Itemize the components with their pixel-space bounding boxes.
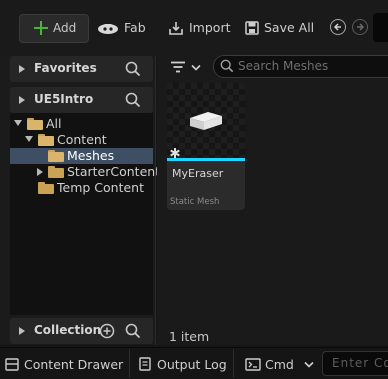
folder-open-icon bbox=[48, 150, 64, 162]
save-all-button-label: Save All bbox=[264, 20, 315, 35]
forward-icon[interactable] bbox=[352, 19, 368, 35]
output-log-icon bbox=[139, 357, 151, 371]
cmd-dropdown[interactable]: Cmd bbox=[245, 357, 314, 372]
tree-item-label: Meshes bbox=[67, 148, 115, 163]
path-bar-edge bbox=[373, 13, 388, 42]
status-divider bbox=[233, 349, 234, 378]
project-header[interactable]: UE5Intro bbox=[10, 87, 153, 113]
favorites-header[interactable]: Favorites bbox=[10, 56, 153, 82]
search-icon bbox=[220, 59, 234, 73]
content-drawer-button[interactable]: Content Drawer bbox=[5, 357, 123, 372]
search-input[interactable]: Search Meshes bbox=[213, 55, 388, 78]
fab-button[interactable]: Fab bbox=[97, 14, 146, 41]
search-icon[interactable] bbox=[125, 92, 141, 108]
console-placeholder: Enter Co bbox=[332, 356, 388, 370]
project-label: UE5Intro bbox=[34, 92, 94, 106]
asset-type: Static Mesh bbox=[170, 197, 220, 207]
expand-arrow-icon bbox=[19, 327, 25, 335]
chevron-down-icon bbox=[191, 64, 201, 71]
folder-icon bbox=[38, 182, 54, 194]
import-icon bbox=[169, 21, 183, 35]
add-button[interactable]: Add bbox=[19, 14, 89, 43]
import-button[interactable]: Import bbox=[168, 14, 231, 41]
collapse-arrow-icon[interactable] bbox=[14, 120, 22, 126]
tree-item-temp-content[interactable]: Temp Content bbox=[10, 180, 153, 196]
content-drawer-icon bbox=[5, 358, 19, 371]
folder-open-icon bbox=[38, 134, 54, 146]
filter-button[interactable] bbox=[165, 57, 205, 77]
back-icon[interactable] bbox=[330, 19, 346, 35]
output-log-label: Output Log bbox=[157, 357, 227, 372]
asset-tile[interactable]: MyEraser Static Mesh bbox=[167, 83, 245, 210]
folder-open-icon bbox=[27, 118, 43, 130]
console-input[interactable]: Enter Co bbox=[322, 351, 388, 376]
sources-panel: Favorites UE5Intro All Content Meshes St… bbox=[0, 56, 160, 345]
save-icon bbox=[245, 20, 259, 35]
fab-button-label: Fab bbox=[124, 20, 146, 35]
save-all-button[interactable]: Save All bbox=[245, 14, 314, 41]
modified-star-icon bbox=[170, 148, 180, 158]
item-count: 1 item bbox=[169, 329, 210, 344]
expand-arrow-icon[interactable] bbox=[37, 168, 43, 176]
search-icon[interactable] bbox=[125, 61, 141, 77]
plus-icon bbox=[33, 20, 49, 36]
filter-icon bbox=[171, 61, 185, 73]
expand-arrow-icon bbox=[19, 96, 25, 104]
console-icon bbox=[245, 358, 261, 371]
import-button-label: Import bbox=[189, 20, 231, 35]
folder-tree: All Content Meshes StarterContent Temp C… bbox=[10, 113, 160, 315]
folder-icon bbox=[48, 166, 64, 178]
search-placeholder: Search Meshes bbox=[238, 59, 329, 73]
add-collection-icon[interactable] bbox=[99, 323, 115, 339]
add-button-label: Add bbox=[53, 21, 77, 35]
tree-item-meshes[interactable]: Meshes bbox=[10, 148, 153, 164]
tree-item-label: StarterContent bbox=[67, 164, 161, 179]
tree-item-startercontent[interactable]: StarterContent bbox=[10, 164, 160, 180]
status-divider bbox=[129, 349, 130, 378]
cmd-label: Cmd bbox=[265, 357, 294, 372]
tree-item-label: Content bbox=[57, 132, 107, 147]
tree-item-label: Temp Content bbox=[57, 180, 144, 195]
output-log-button[interactable]: Output Log bbox=[139, 357, 227, 372]
favorites-label: Favorites bbox=[34, 61, 97, 75]
asset-name: MyEraser bbox=[172, 167, 224, 180]
static-mesh-preview-icon bbox=[190, 112, 222, 130]
content-drawer-label: Content Drawer bbox=[24, 357, 124, 372]
collapse-arrow-icon[interactable] bbox=[25, 136, 33, 142]
fab-icon bbox=[98, 23, 118, 34]
expand-arrow-icon bbox=[19, 65, 25, 73]
asset-thumbnail bbox=[167, 83, 245, 158]
panel-divider[interactable] bbox=[155, 56, 156, 345]
collection-label: Collection bbox=[34, 323, 102, 337]
tree-item-content[interactable]: Content bbox=[10, 132, 153, 148]
chevron-down-icon bbox=[304, 361, 314, 368]
tree-item-all[interactable]: All bbox=[10, 116, 153, 132]
search-icon[interactable] bbox=[125, 323, 141, 339]
collection-header[interactable]: Collection bbox=[10, 318, 153, 344]
asset-type-color-bar bbox=[167, 158, 245, 161]
tree-item-label: All bbox=[46, 116, 62, 131]
